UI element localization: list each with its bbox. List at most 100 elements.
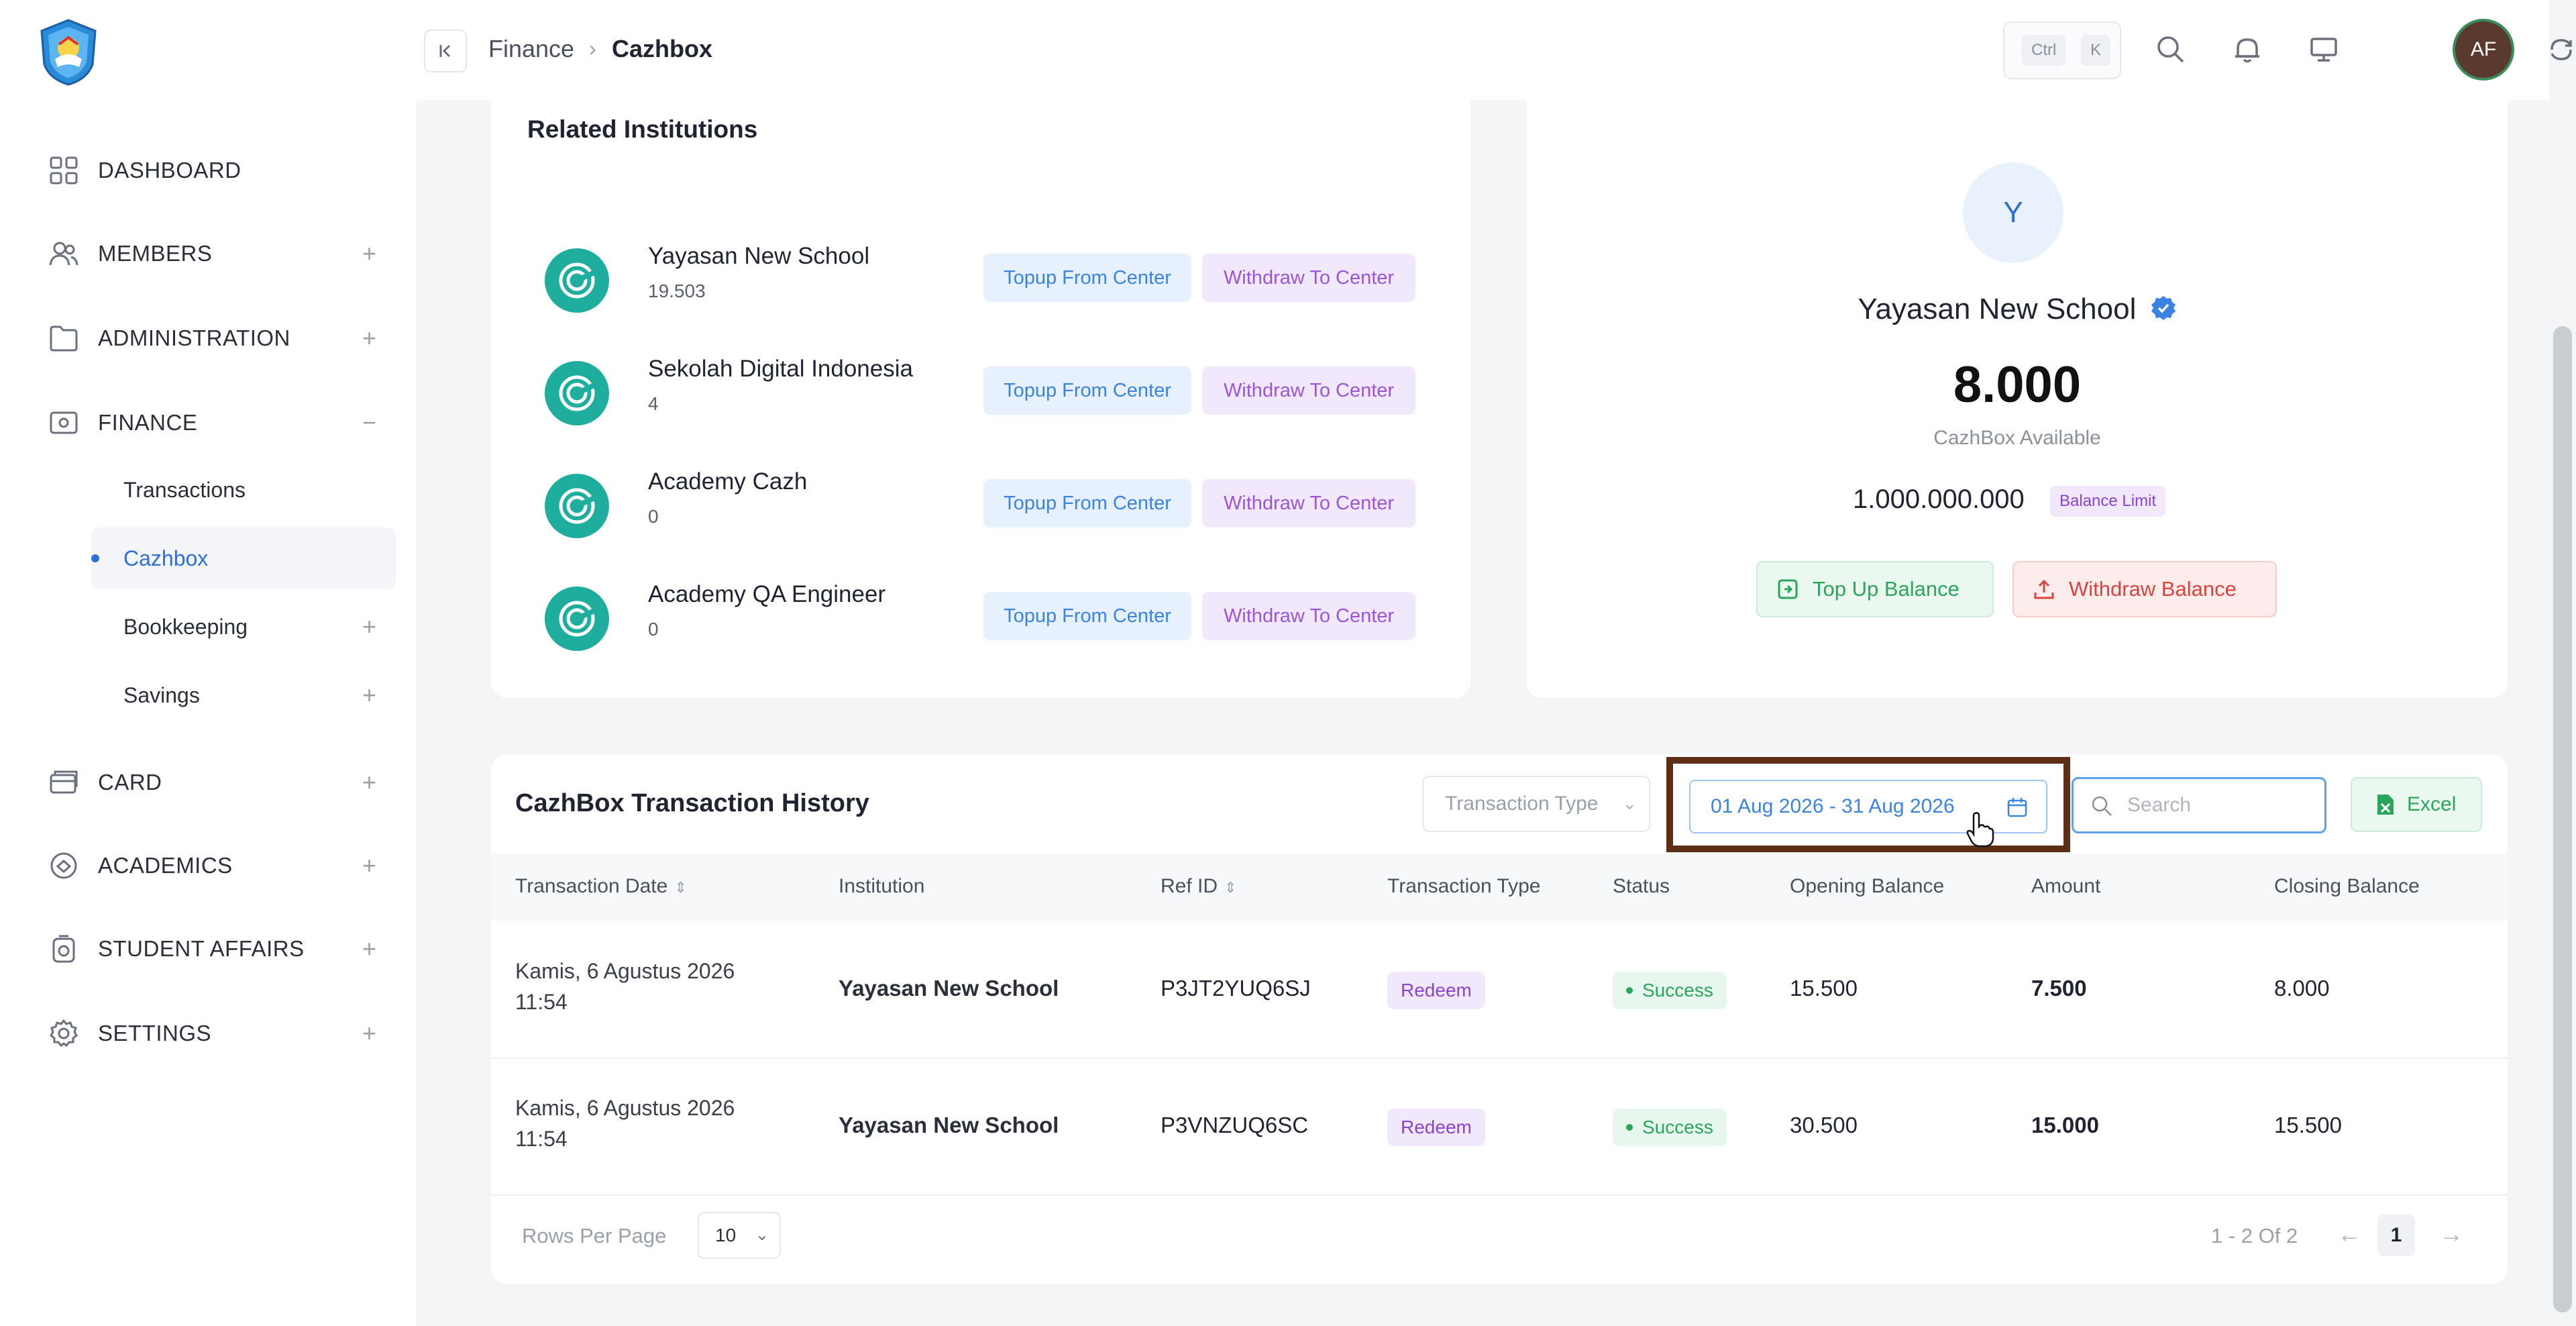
sort-icon[interactable]: ⇕ xyxy=(1224,879,1236,896)
sidebar-item-members[interactable]: MEMBERS + xyxy=(0,221,416,286)
balance-institution-name-text: Yayasan New School xyxy=(1858,293,2137,325)
balance-limit-badge: Balance Limit xyxy=(2050,486,2166,517)
withdraw-to-center-button[interactable]: Withdraw To Center xyxy=(1202,479,1415,527)
prev-page-icon[interactable]: ← xyxy=(2337,1220,2361,1248)
expand-icon[interactable]: + xyxy=(362,681,376,709)
search-input[interactable]: Search xyxy=(2072,777,2326,833)
balance-institution-name: Yayasan New School xyxy=(1527,293,2508,326)
withdraw-balance-label: Withdraw Balance xyxy=(2069,577,2237,601)
monitor-icon[interactable] xyxy=(2306,32,2341,67)
sidebar-subitem-label: Transactions xyxy=(123,477,246,502)
page-number-button[interactable]: 1 xyxy=(2377,1215,2415,1256)
sidebar-item-administration[interactable]: ADMINISTRATION + xyxy=(0,306,416,370)
institution-name: Sekolah Digital Indonesia xyxy=(648,356,913,382)
expand-icon[interactable]: + xyxy=(362,324,376,352)
sidebar-subitem-label: Savings xyxy=(123,682,200,707)
transaction-time: 11:54 xyxy=(515,1127,568,1151)
withdraw-to-center-button[interactable]: Withdraw To Center xyxy=(1202,592,1415,640)
rows-per-page-value: 10 xyxy=(715,1225,737,1245)
expand-icon[interactable]: + xyxy=(362,1019,376,1048)
transaction-type-select[interactable]: Transaction Type ⌄ xyxy=(1422,776,1650,832)
expand-icon[interactable]: + xyxy=(362,852,376,880)
table-row: Kamis, 6 Agustus 2026 11:54 Yayasan New … xyxy=(491,1059,2508,1196)
amount-cell: 15.000 xyxy=(2031,1113,2099,1137)
student-affairs-icon xyxy=(52,935,75,963)
sort-icon[interactable]: ⇕ xyxy=(674,879,686,896)
breadcrumb-finance[interactable]: Finance xyxy=(488,35,574,63)
column-header-transaction-date[interactable]: Transaction Date ⇕ xyxy=(515,875,687,898)
column-header-label: Transaction Date xyxy=(515,875,668,897)
column-header-transaction-type: Transaction Type xyxy=(1387,875,1541,897)
rows-per-page-label: Rows Per Page xyxy=(522,1224,667,1247)
expand-icon[interactable]: + xyxy=(362,613,376,641)
collapse-sidebar-button[interactable] xyxy=(424,30,467,72)
command-search-shortcut[interactable]: Ctrl K xyxy=(2003,21,2121,79)
collapse-icon[interactable]: − xyxy=(362,409,376,437)
opening-balance-cell: 15.500 xyxy=(1790,976,1858,1001)
sidebar-subitem-savings[interactable]: Savings + xyxy=(91,664,396,726)
expand-icon[interactable]: + xyxy=(362,768,376,797)
top-up-balance-button[interactable]: Top Up Balance xyxy=(1756,561,1994,617)
kbd-ctrl: Ctrl xyxy=(2022,35,2066,66)
next-page-icon[interactable]: → xyxy=(2439,1220,2463,1248)
date-range-value: 01 Aug 2026 - 31 Aug 2026 xyxy=(1711,795,1955,817)
rows-per-page-select[interactable]: 10 ⌄ xyxy=(698,1212,781,1259)
topup-from-center-button[interactable]: Topup From Center xyxy=(983,479,1191,527)
expand-icon[interactable]: + xyxy=(362,935,376,963)
sidebar-item-finance[interactable]: FINANCE − xyxy=(0,391,416,455)
column-header-status: Status xyxy=(1613,875,1670,897)
status-label: Success xyxy=(1642,980,1713,1001)
export-excel-button[interactable]: Excel xyxy=(2351,777,2482,832)
column-header-opening-balance: Opening Balance xyxy=(1790,875,1945,897)
institution-name: Academy Cazh xyxy=(648,468,808,495)
upload-icon xyxy=(2034,579,2054,599)
sidebar-item-card[interactable]: CARD + xyxy=(0,750,416,815)
amount-cell: 7.500 xyxy=(2031,976,2087,1001)
column-header-closing-balance: Closing Balance xyxy=(2274,875,2420,897)
avatar[interactable]: AF xyxy=(2453,19,2514,81)
institution-name: Academy QA Engineer xyxy=(648,581,886,607)
expand-icon[interactable]: + xyxy=(362,240,376,268)
institution-balance: 19.503 xyxy=(648,280,706,301)
status-badge: Success xyxy=(1613,972,1727,1009)
table-header: Transaction Date ⇕ Institution Ref ID ⇕ Tr… xyxy=(491,854,2508,921)
topup-from-center-button[interactable]: Topup From Center xyxy=(983,592,1191,640)
cazhbox-available-label: CazhBox Available xyxy=(1933,427,2101,449)
school-emblem-icon[interactable] xyxy=(34,17,103,87)
excel-file-icon xyxy=(2377,795,2394,815)
sidebar-item-dashboard[interactable]: DASHBOARD xyxy=(0,138,416,203)
related-institutions-card: Related Institutions Yayasan New School … xyxy=(491,87,1470,698)
withdraw-to-center-button[interactable]: Withdraw To Center xyxy=(1202,254,1415,302)
status-label: Success xyxy=(1642,1117,1713,1137)
export-excel-label: Excel xyxy=(2407,793,2457,815)
scrollbar-thumb[interactable] xyxy=(2553,326,2572,1313)
sidebar-subitem-label: Cazhbox xyxy=(123,546,209,570)
search-icon[interactable] xyxy=(2153,32,2188,67)
withdraw-to-center-button[interactable]: Withdraw To Center xyxy=(1202,366,1415,415)
column-header-amount: Amount xyxy=(2031,875,2101,897)
sidebar-subitem-bookkeeping[interactable]: Bookkeeping + xyxy=(91,596,396,658)
active-dot xyxy=(91,554,99,562)
sidebar: DASHBOARD MEMBERS + ADMINISTRATION + FIN… xyxy=(0,0,416,1326)
grid-icon xyxy=(50,156,78,185)
balance-card: Y Yayasan New School 8.000 CazhBox Avail… xyxy=(1527,87,2508,698)
sidebar-subitem-transactions[interactable]: Transactions xyxy=(91,459,396,521)
withdraw-balance-button[interactable]: Withdraw Balance xyxy=(2012,561,2277,617)
sidebar-item-student-affairs[interactable]: STUDENT AFFAIRS + xyxy=(0,917,416,981)
table-row: Kamis, 6 Agustus 2026 11:54 Yayasan New … xyxy=(491,922,2508,1059)
sidebar-subitem-cazhbox[interactable]: Cazhbox xyxy=(91,527,396,589)
gear-icon xyxy=(50,1019,78,1048)
status-dot xyxy=(1626,1124,1633,1131)
sidebar-item-settings[interactable]: SETTINGS + xyxy=(0,1001,416,1066)
topup-from-center-button[interactable]: Topup From Center xyxy=(983,366,1191,415)
hand-cursor-icon xyxy=(1966,812,1994,848)
institution-cell: Yayasan New School xyxy=(839,976,1059,1001)
sync-icon[interactable] xyxy=(2544,32,2576,67)
sidebar-item-label: ADMINISTRATION xyxy=(98,325,290,350)
topup-from-center-button[interactable]: Topup From Center xyxy=(983,254,1191,302)
bell-icon[interactable] xyxy=(2230,32,2265,67)
search-icon xyxy=(2092,796,2112,816)
sidebar-item-academics[interactable]: ACADEMICS + xyxy=(0,833,416,898)
transaction-date: Kamis, 6 Agustus 2026 xyxy=(515,959,735,983)
column-header-ref-id[interactable]: Ref ID ⇕ xyxy=(1161,875,1236,898)
